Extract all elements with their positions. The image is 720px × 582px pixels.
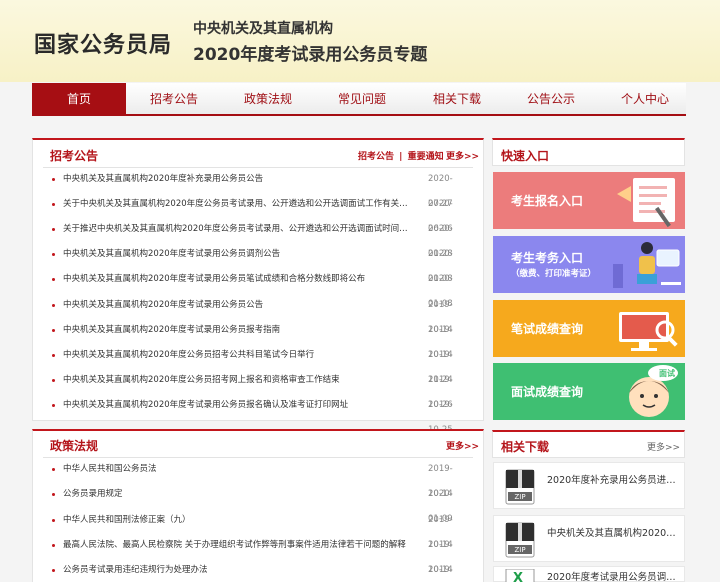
news-title[interactable]: 中央机关及其直属机构2020年度考试录用公务员笔试成绩和合格分数线即将公布: [63, 267, 413, 292]
list-item: 公务员考试录用违纪违规行为处理办法 2019-10-14: [33, 558, 463, 582]
news-title[interactable]: 中央机关及其直属机构2020年度考试录用公务员报名确认及准考证打印网址: [63, 393, 413, 418]
downloads-title: 相关下载: [501, 440, 550, 454]
person-at-computer-icon: [613, 242, 681, 288]
download-item[interactable]: ZIP 2020年度补充录用公务员进…: [493, 462, 685, 509]
interview-bubble-label: 面试: [659, 369, 675, 378]
bullet-icon: [52, 519, 55, 522]
excel-file-icon: X: [505, 569, 535, 582]
zip-file-icon: ZIP: [505, 469, 535, 505]
recruit-panel-title: 招考公告: [50, 149, 99, 163]
recruit-link-important[interactable]: 重要通知: [408, 152, 444, 162]
bullet-icon: [52, 253, 55, 256]
bullet-icon: [52, 203, 55, 206]
news-title[interactable]: 中央机关及其直属机构2020年度公务员招考网上报名和资格审查工作结束: [63, 368, 413, 393]
list-item: 中央机关及其直属机构2020年度考试录用公务员调剂公告 2020-01-08: [33, 242, 463, 284]
list-item: 关于推迟中央机关及其直属机构2020年度公务员考试录用、公开遴选和公开选调面试时…: [33, 217, 463, 259]
list-item: 中央机关及其直属机构2020年度公务员招考网上报名和资格审查工作结束 2019-1…: [33, 368, 463, 410]
bullet-icon: [52, 544, 55, 547]
recruit-link-notices[interactable]: 招考公告: [358, 152, 394, 162]
list-item: 中华人民共和国刑法修正案（九） 2019-10-14: [33, 508, 463, 550]
nav-personal-center[interactable]: 个人中心: [598, 83, 692, 116]
news-title[interactable]: 中华人民共和国刑法修正案（九）: [63, 508, 413, 533]
nav-downloads[interactable]: 相关下载: [410, 83, 504, 116]
bullet-icon: [52, 493, 55, 496]
card-label: 面试成绩查询: [511, 385, 584, 399]
header-subtitle-line2: 2020年度考试录用公务员专题: [193, 45, 428, 65]
bullet-icon: [52, 404, 55, 407]
nav-home[interactable]: 首页: [32, 83, 126, 116]
recruit-panel-links: 招考公告 | 重要通知: [358, 149, 444, 162]
list-item: 关于中央机关及其直属机构2020年度公务员考试录用、公开遴选和公开选调面试工作有…: [33, 192, 463, 234]
bullet-icon: [52, 278, 55, 281]
news-title[interactable]: 中央机关及其直属机构2020年度考试录用公务员公告: [63, 293, 413, 318]
news-title[interactable]: 中央机关及其直属机构2020年度公务员招考公共科目笔试今日举行: [63, 343, 413, 368]
quick-entry-title: 快速入口: [501, 149, 550, 163]
card-sublabel: （缴费、打印准考证）: [511, 269, 597, 279]
download-name: 2020年度考试录用公务员调…: [547, 572, 676, 582]
news-date: 2019-10-14: [428, 565, 453, 575]
zip-badge: ZIP: [514, 546, 525, 554]
news-title[interactable]: 最高人民法院、最高人民检察院 关于办理组织考试作弊等刑事案件适用法律若干问题的解…: [63, 533, 413, 558]
candidate-exam-services-button[interactable]: 考生考务入口 （缴费、打印准考证）: [493, 236, 685, 293]
bullet-icon: [52, 379, 55, 382]
news-title[interactable]: 公务员录用规定: [63, 482, 413, 507]
recruit-more-link[interactable]: 更多>>: [446, 149, 479, 162]
monitor-magnifier-icon: [619, 312, 678, 351]
downloads-panel: 相关下载 更多>>: [492, 430, 685, 458]
bullet-icon: [52, 178, 55, 181]
bullet-icon: [52, 228, 55, 231]
nav-announcements[interactable]: 公告公示: [504, 83, 598, 116]
bullet-icon: [52, 354, 55, 357]
news-title[interactable]: 关于推迟中央机关及其直属机构2020年度公务员考试录用、公开遴选和公开选调面试时…: [63, 217, 413, 242]
bullet-icon: [52, 468, 55, 471]
list-item: 中央机关及其直属机构2020年度考试录用公务员公告 2019-10-14: [33, 293, 463, 335]
bullet-icon: [52, 304, 55, 307]
main-nav: 首页 招考公告 政策法规 常见问题 相关下载 公告公示 个人中心: [32, 83, 686, 116]
list-item: 中华人民共和国公务员法 2019-10-14: [33, 457, 463, 499]
header-subtitle-line1: 中央机关及其直属机构: [193, 21, 333, 37]
policy-panel-title: 政策法规: [50, 439, 99, 453]
news-title[interactable]: 关于中央机关及其直属机构2020年度公务员考试录用、公开遴选和公开选调面试工作有…: [63, 192, 413, 217]
nav-faq[interactable]: 常见问题: [315, 83, 409, 116]
quick-entry-panel: 快速入口: [492, 138, 685, 166]
zip-file-icon: ZIP: [505, 522, 535, 558]
list-item: 中央机关及其直属机构2020年度公务员招考公共科目笔试今日举行 2019-11-2…: [33, 343, 463, 385]
nav-recruitment-notices[interactable]: 招考公告: [127, 83, 221, 116]
list-item: 中央机关及其直属机构2020年度考试录用公务员报考指南 2019-10-14: [33, 318, 463, 360]
card-label: 笔试成绩查询: [511, 322, 584, 336]
list-item: 中央机关及其直属机构2020年度补充录用公务员公告 2020-07-27: [33, 167, 463, 209]
interview-score-query-button[interactable]: 面试成绩查询 面试: [493, 363, 685, 420]
excel-badge: X: [513, 571, 523, 582]
news-title[interactable]: 中华人民共和国公务员法: [63, 457, 413, 482]
download-name: 2020年度补充录用公务员进…: [547, 475, 676, 486]
policy-panel: 政策法规 更多>> 中华人民共和国公务员法 2019-10-14 公务员录用规定 2…: [32, 429, 484, 582]
news-title[interactable]: 中央机关及其直属机构2020年度考试录用公务员报考指南: [63, 318, 413, 343]
recruit-panel: 招考公告 招考公告 | 重要通知 更多>> 中央机关及其直属机构2020年度补充…: [32, 138, 484, 435]
list-item: 中央机关及其直属机构2020年度考试录用公务员报名确认及准考证打印网址 2019-…: [33, 393, 463, 435]
nav-policies[interactable]: 政策法规: [221, 83, 315, 116]
news-title[interactable]: 公务员考试录用违纪违规行为处理办法: [63, 558, 413, 582]
bullet-icon: [52, 569, 55, 572]
list-item: 中央机关及其直属机构2020年度考试录用公务员笔试成绩和合格分数线即将公布 202…: [33, 267, 463, 309]
card-label: 考生考务入口: [511, 251, 584, 265]
download-item[interactable]: X 2020年度考试录用公务员调…: [493, 566, 685, 582]
download-name: 中央机关及其直属机构2020…: [547, 528, 676, 539]
download-item[interactable]: ZIP 中央机关及其直属机构2020…: [493, 515, 685, 562]
card-label: 考生报名入口: [511, 194, 584, 208]
zip-badge: ZIP: [514, 493, 525, 501]
candidate-registration-button[interactable]: 考生报名入口: [493, 172, 685, 229]
site-logo[interactable]: 国家公务员局: [34, 27, 172, 59]
list-item: 公务员录用规定 2020-01-09: [33, 482, 463, 524]
news-title[interactable]: 中央机关及其直属机构2020年度考试录用公务员调剂公告: [63, 242, 413, 267]
registration-form-icon: [617, 178, 675, 228]
links-separator: |: [399, 152, 403, 162]
policy-more-link[interactable]: 更多>>: [446, 439, 479, 452]
list-item: 最高人民法院、最高人民检察院 关于办理组织考试作弊等刑事案件适用法律若干问题的解…: [33, 533, 463, 575]
news-title[interactable]: 中央机关及其直属机构2020年度补充录用公务员公告: [63, 167, 413, 192]
bullet-icon: [52, 329, 55, 332]
written-score-query-button[interactable]: 笔试成绩查询: [493, 300, 685, 357]
downloads-more-link[interactable]: 更多>>: [647, 440, 680, 453]
site-header: 国家公务员局 中央机关及其直属机构 2020年度考试录用公务员专题: [0, 0, 720, 82]
